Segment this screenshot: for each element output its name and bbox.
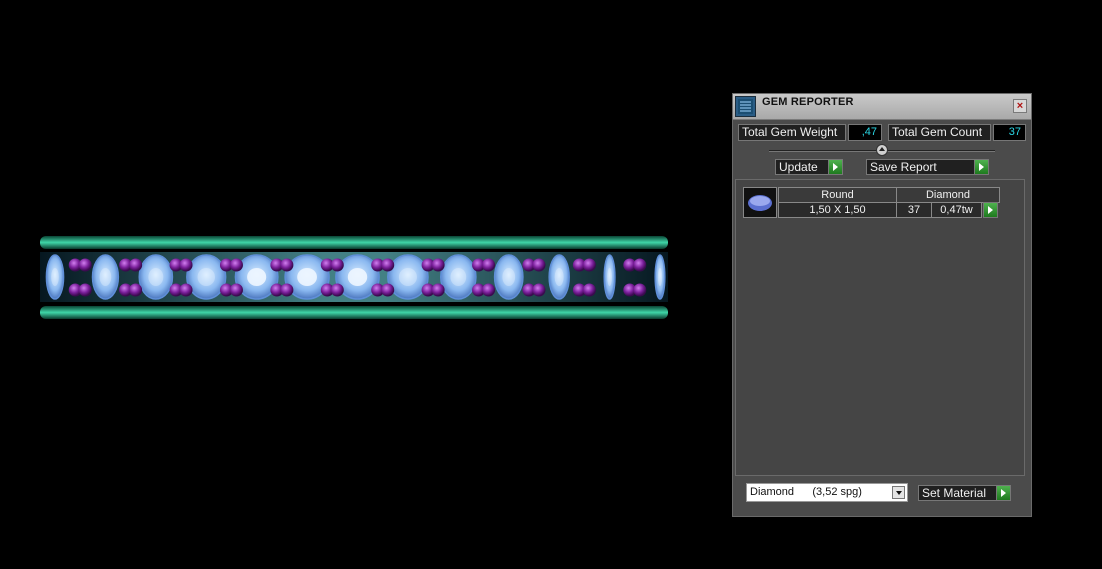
prong-bead bbox=[129, 258, 143, 272]
gem-table bbox=[502, 268, 516, 286]
gem-table bbox=[554, 268, 564, 286]
prong-bead bbox=[229, 283, 243, 297]
column-header-material: Diamond bbox=[896, 187, 1000, 203]
bottom-rail bbox=[40, 306, 668, 319]
gem-table bbox=[450, 268, 467, 286]
prong-bead bbox=[431, 258, 445, 272]
set-material-go-icon[interactable] bbox=[996, 485, 1011, 501]
gem-table bbox=[197, 268, 215, 286]
prong-bead bbox=[532, 283, 546, 297]
update-go-icon[interactable] bbox=[828, 159, 843, 175]
gem-table bbox=[99, 268, 112, 286]
gem-table bbox=[347, 268, 368, 286]
update-button[interactable]: Update bbox=[775, 159, 829, 175]
prong-bead bbox=[179, 258, 193, 272]
gem-table bbox=[148, 268, 164, 286]
prong-bead bbox=[280, 283, 294, 297]
gem-results-list: Round Diamond 1,50 X 1,50 37 0,47tw bbox=[735, 179, 1025, 476]
prong-bead bbox=[431, 283, 445, 297]
material-select-value: Diamond (3,52 spg) bbox=[750, 486, 862, 498]
gem-table bbox=[398, 268, 417, 286]
round-diamond-icon[interactable] bbox=[743, 187, 777, 218]
prong-bead bbox=[280, 258, 294, 272]
prong-bead bbox=[482, 283, 496, 297]
gem-reporter-panel: GEM REPORTER × Total Gem Weight ,47 Tota… bbox=[732, 93, 1032, 517]
prong-bead bbox=[532, 258, 546, 272]
total-gem-weight-label: Total Gem Weight bbox=[738, 124, 846, 141]
collapse-arrow-icon[interactable] bbox=[876, 144, 888, 156]
prong-bead bbox=[633, 258, 647, 272]
set-material-button[interactable]: Set Material bbox=[918, 485, 997, 501]
row-count: 37 bbox=[896, 202, 932, 218]
top-rail bbox=[40, 236, 668, 249]
row-size: 1,50 X 1,50 bbox=[778, 202, 897, 218]
prong-bead bbox=[381, 283, 395, 297]
gem-table bbox=[607, 268, 612, 286]
chevron-down-icon[interactable] bbox=[892, 486, 905, 499]
gem-reporter-app-icon bbox=[735, 96, 756, 117]
prong-bead bbox=[129, 283, 143, 297]
ring-render bbox=[40, 236, 668, 319]
gem-table bbox=[657, 268, 663, 286]
prong-bead bbox=[582, 283, 596, 297]
close-icon[interactable]: × bbox=[1013, 99, 1027, 113]
prong-bead bbox=[482, 258, 496, 272]
gem-table bbox=[297, 268, 317, 286]
save-report-go-icon[interactable] bbox=[974, 159, 989, 175]
gem-table bbox=[247, 268, 267, 286]
save-report-button[interactable]: Save Report bbox=[866, 159, 975, 175]
prong-bead bbox=[330, 258, 344, 272]
panel-titlebar[interactable]: GEM REPORTER × bbox=[733, 94, 1031, 120]
row-select-go-icon[interactable] bbox=[983, 202, 998, 218]
total-gem-count-label: Total Gem Count bbox=[888, 124, 991, 141]
prong-bead bbox=[229, 258, 243, 272]
prong-bead bbox=[330, 283, 344, 297]
prong-bead bbox=[179, 283, 193, 297]
prong-bead bbox=[381, 258, 395, 272]
prong-bead bbox=[78, 283, 92, 297]
total-gem-count-value: 37 bbox=[993, 124, 1026, 141]
prong-bead bbox=[78, 258, 92, 272]
gem-table bbox=[51, 268, 59, 286]
panel-title: GEM REPORTER bbox=[762, 96, 854, 108]
column-header-cut: Round bbox=[778, 187, 897, 203]
material-select[interactable]: Diamond (3,52 spg) bbox=[746, 483, 908, 502]
3d-viewport[interactable] bbox=[0, 0, 725, 569]
prong-bead bbox=[633, 283, 647, 297]
row-weight: 0,47tw bbox=[931, 202, 982, 218]
total-gem-weight-value: ,47 bbox=[848, 124, 882, 141]
prong-bead bbox=[582, 258, 596, 272]
